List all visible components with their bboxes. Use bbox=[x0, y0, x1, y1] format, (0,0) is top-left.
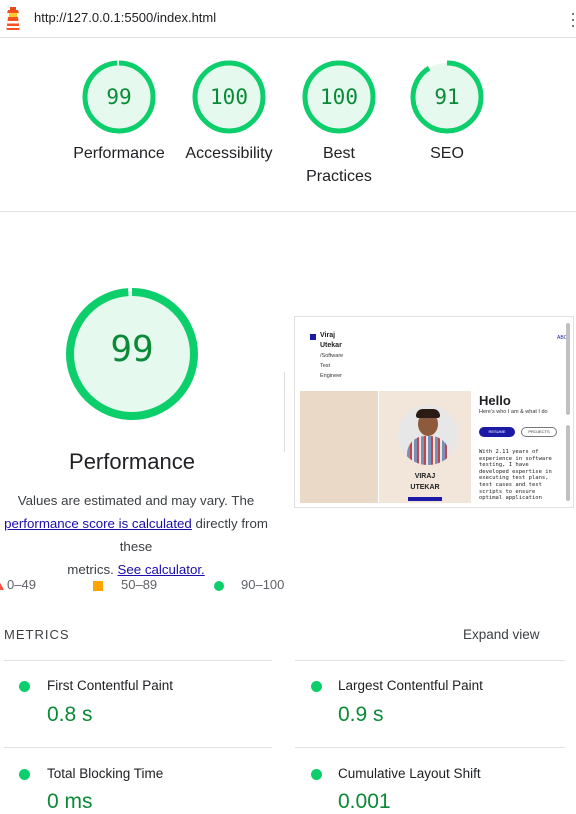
resume-button[interactable]: RESUME bbox=[479, 427, 515, 437]
metric-fcp-value: 0.8 s bbox=[47, 703, 93, 726]
metrics-divider bbox=[295, 660, 565, 661]
pass-circle-icon bbox=[214, 581, 224, 591]
metrics-divider bbox=[295, 747, 565, 748]
bio-line: scripts to ensure bbox=[479, 488, 536, 495]
metrics-divider bbox=[4, 747, 272, 748]
gauge-ring: 99 bbox=[82, 60, 156, 134]
gauge-score: 100 bbox=[320, 85, 358, 109]
metric-tbt-name: Total Blocking Time bbox=[47, 766, 164, 781]
pass-circle-icon bbox=[311, 681, 322, 692]
bio-line: testing, I have bbox=[479, 462, 529, 469]
section-divider bbox=[0, 211, 576, 212]
role-line-3: Engineer bbox=[320, 373, 343, 379]
desc-text-1: Values are estimated and may vary. The bbox=[17, 493, 255, 508]
pass-circle-icon bbox=[19, 769, 30, 780]
expand-view-toggle[interactable]: Expand view bbox=[463, 627, 540, 642]
gauge-label: Best Practices bbox=[306, 145, 372, 185]
photo-caption-last: UTEKAR bbox=[410, 484, 440, 491]
gauge-score: 99 bbox=[106, 85, 131, 109]
legend-fail: 0–49 bbox=[7, 577, 36, 592]
score-gauge[interactable]: 91 SEO bbox=[387, 58, 507, 165]
content-scrollbar bbox=[566, 425, 570, 501]
gauge-score: 91 bbox=[434, 85, 459, 109]
bio-line: optimal application bbox=[479, 495, 542, 502]
gauge-label: Accessibility bbox=[185, 145, 273, 162]
metric-fcp-name: First Contentful Paint bbox=[47, 678, 174, 693]
bio-text: With 2.11 years of experience in software… bbox=[479, 449, 552, 502]
metric-cls-value: 0.001 bbox=[338, 790, 391, 813]
score-gauge[interactable]: 99 Performance bbox=[59, 58, 179, 165]
bio-line: developed expertise in bbox=[479, 468, 552, 475]
beige-panel-left bbox=[300, 391, 378, 503]
gauge-ring: 100 bbox=[302, 60, 376, 134]
hello-heading: Hello bbox=[479, 393, 511, 408]
projects-button[interactable]: PROJECTS bbox=[521, 427, 557, 437]
metric-tbt-value: 0 ms bbox=[47, 790, 93, 813]
gauge-ring: 91 bbox=[410, 60, 484, 134]
site-logo-square bbox=[310, 334, 316, 340]
performance-big-score: 99 bbox=[110, 329, 153, 370]
pass-circle-icon bbox=[19, 681, 30, 692]
gauge-label: Performance bbox=[73, 145, 165, 162]
pass-circle-icon bbox=[311, 769, 322, 780]
profile-photo bbox=[398, 405, 458, 465]
metric-cls-name: Cumulative Layout Shift bbox=[338, 766, 481, 781]
desc-text-3: metrics. bbox=[67, 562, 118, 577]
bio-line: test cases and test bbox=[479, 481, 542, 488]
hello-subtitle: Here's who I am & what I do bbox=[479, 409, 548, 415]
metrics-divider bbox=[4, 660, 272, 661]
photo-caption: VIRAJ UTEKAR bbox=[381, 471, 469, 493]
gauge-score: 100 bbox=[210, 85, 248, 109]
site-name: Viraj Utekar bbox=[320, 331, 342, 351]
site-name-first: Viraj bbox=[320, 332, 336, 339]
performance-title: Performance bbox=[69, 449, 195, 474]
metrics-heading: METRICS bbox=[4, 627, 70, 642]
gauge-ring: 100 bbox=[192, 60, 266, 134]
gauge-label: SEO bbox=[430, 145, 464, 162]
bio-line: experience in software bbox=[479, 455, 552, 462]
metric-lcp-name: Largest Contentful Paint bbox=[338, 678, 483, 693]
role-line-1: /Software bbox=[320, 353, 344, 359]
metric-lcp-value: 0.9 s bbox=[338, 703, 384, 726]
thumb-scrollbar bbox=[566, 323, 570, 415]
final-screenshot[interactable]: Viraj Utekar /Software Test Engineer ABO… bbox=[294, 316, 574, 508]
photo-underline bbox=[408, 497, 442, 501]
score-gauge[interactable]: 100 Best Practices bbox=[279, 58, 399, 188]
legend-average: 50–89 bbox=[121, 577, 158, 592]
bio-line: executing test plans, bbox=[479, 475, 549, 482]
see-calculator-link[interactable]: See calculator. bbox=[118, 562, 205, 577]
address-bar: http://127.0.0.1:5500/index.html · · · bbox=[0, 0, 576, 38]
performance-description: Values are estimated and may vary. The p… bbox=[0, 489, 286, 581]
score-calculated-link[interactable]: performance score is calculated bbox=[4, 516, 192, 531]
bio-line: With 2.11 years of bbox=[479, 449, 539, 455]
fail-triangle-icon bbox=[0, 579, 4, 590]
role-line-2: Test bbox=[320, 363, 331, 369]
legend-pass: 90–100 bbox=[241, 577, 285, 592]
lighthouse-logo-icon bbox=[6, 7, 20, 30]
performance-big-gauge: 99 bbox=[66, 288, 198, 420]
score-gauge[interactable]: 100 Accessibility bbox=[169, 58, 289, 165]
photo-caption-first: VIRAJ bbox=[414, 473, 436, 480]
site-name-last: Utekar bbox=[320, 342, 342, 349]
url-text[interactable]: http://127.0.0.1:5500/index.html bbox=[34, 10, 216, 25]
more-menu-icon[interactable]: · · · bbox=[570, 4, 576, 34]
vertical-separator bbox=[284, 372, 285, 452]
site-role: /Software Test Engineer bbox=[320, 351, 343, 381]
average-square-icon bbox=[93, 581, 103, 591]
